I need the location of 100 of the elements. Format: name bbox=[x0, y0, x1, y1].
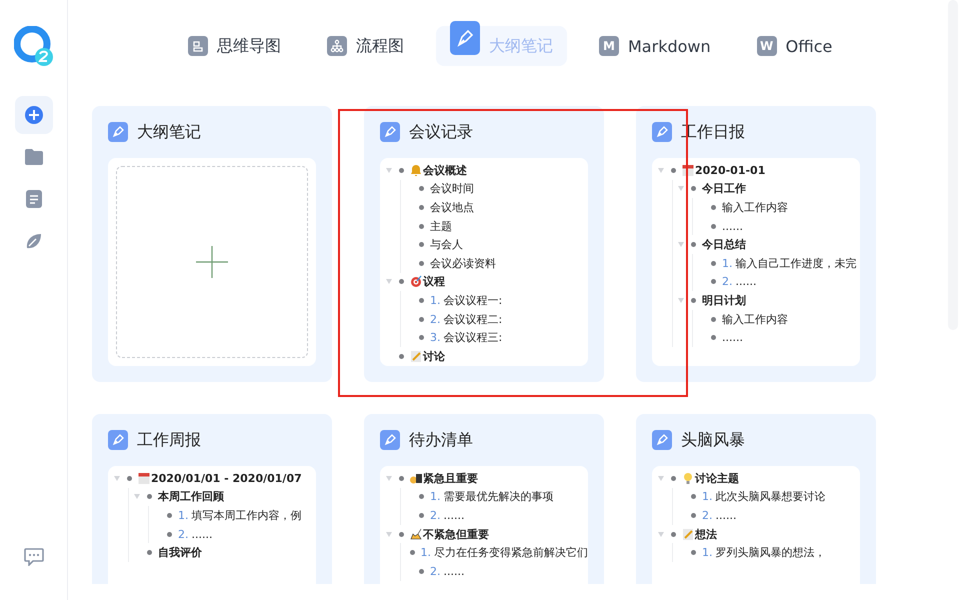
bullet-dot bbox=[167, 512, 172, 518]
outline-text: 会议概述 bbox=[423, 162, 467, 178]
bullet-dot bbox=[419, 568, 424, 574]
sidebar-button[interactable] bbox=[14, 96, 52, 134]
bullet-dot bbox=[147, 550, 152, 556]
card-title: 会议记录 bbox=[409, 122, 473, 142]
template-card[interactable]: 头脑风暴 讨论主题 1. 此次头脑风暴想要讨论 2. ...... 想法 1. 罗列头脑风暴的想法， bbox=[636, 414, 876, 584]
template-card[interactable]: 会议记录 会议概述 会议时间 会议地点 主题 与会人 会议必读资料 议程 1. 会议议程一: 2. 会议议程二: 3. 会议议程三: 讨论 bbox=[364, 106, 604, 382]
template-card[interactable]: 大纲笔记 bbox=[92, 106, 332, 382]
collapse-triangle-icon[interactable] bbox=[658, 168, 664, 173]
letter-badge: W bbox=[756, 36, 777, 56]
bullet-dot bbox=[419, 260, 424, 266]
memo-icon bbox=[682, 528, 694, 541]
outline-text: 2020/01/01 - 2020/01/07 bbox=[151, 472, 302, 485]
bullet-dot bbox=[127, 476, 132, 481]
bullet-dot bbox=[671, 532, 676, 537]
outline-text: 输入工作内容 bbox=[722, 200, 788, 215]
outline-text: 2. ...... bbox=[702, 508, 736, 522]
bullet-dot bbox=[399, 168, 404, 173]
mode-tab[interactable]: 思维导图 bbox=[174, 26, 295, 66]
bullet-dot bbox=[691, 550, 696, 556]
bell-icon bbox=[410, 164, 422, 177]
card-title: 工作周报 bbox=[137, 430, 201, 450]
bullet-dot bbox=[399, 476, 404, 481]
outline-text: 输入工作内容 bbox=[722, 312, 788, 327]
card-title: 待办清单 bbox=[409, 430, 473, 450]
bullet-dot bbox=[419, 224, 424, 229]
outline-text: 1. 尽力在任务变得紧急前解决它们 bbox=[420, 545, 588, 560]
bullet-dot bbox=[399, 354, 404, 359]
collapse-triangle-icon[interactable] bbox=[386, 532, 392, 537]
bullet-dot bbox=[691, 494, 696, 500]
bullet-dot bbox=[419, 335, 424, 340]
bullet-dot bbox=[419, 494, 424, 500]
collapse-triangle-icon[interactable] bbox=[386, 476, 392, 481]
bullet-dot bbox=[410, 550, 414, 556]
outline-text: 2. ...... bbox=[178, 528, 212, 541]
bullet-dot bbox=[419, 316, 424, 322]
bullet-dot bbox=[399, 279, 404, 284]
pen-icon bbox=[652, 430, 672, 450]
outline-text: 1. 此次头脑风暴想要讨论 bbox=[702, 489, 826, 504]
bullet-dot bbox=[167, 532, 172, 537]
collapse-triangle-icon[interactable] bbox=[678, 242, 684, 248]
outline-text: 2020-01-01 bbox=[695, 164, 766, 177]
outline-text: ...... bbox=[722, 331, 743, 344]
outline-text: 与会人 bbox=[430, 237, 463, 252]
bullet-dot bbox=[711, 224, 716, 229]
outline-text: 主题 bbox=[430, 218, 452, 234]
pen-icon bbox=[380, 122, 400, 142]
chat-icon[interactable] bbox=[24, 548, 44, 566]
collapse-triangle-icon[interactable] bbox=[386, 279, 392, 284]
calendar-icon bbox=[138, 472, 150, 485]
outline-text: 会议地点 bbox=[430, 200, 474, 215]
outline-text: 3. 会议议程三: bbox=[430, 330, 502, 346]
outline-text: 今日工作 bbox=[702, 181, 746, 196]
pen-icon bbox=[108, 430, 128, 450]
bullet-dot bbox=[147, 494, 152, 500]
memo-icon bbox=[410, 350, 422, 363]
pen-icon bbox=[380, 430, 400, 450]
bullet-dot bbox=[711, 316, 716, 322]
outline-text: 2. 会议议程二: bbox=[430, 312, 502, 327]
bullet-dot bbox=[711, 260, 716, 266]
card-title: 头脑风暴 bbox=[681, 430, 745, 450]
bullet-dot bbox=[419, 298, 424, 303]
collapse-triangle-icon[interactable] bbox=[134, 494, 140, 500]
outline-text: 1. 罗列头脑风暴的想法， bbox=[702, 545, 826, 560]
template-card[interactable]: 待办清单 紧急且重要 1. 需要最优先解决的事项 2. ...... 不紧急但重要 1. 尽力在任务变得紧急前解决它们 2. ...... bbox=[364, 414, 604, 584]
collapse-triangle-icon[interactable] bbox=[678, 298, 684, 303]
outline-text: 会议时间 bbox=[430, 181, 474, 196]
target-icon bbox=[410, 275, 422, 288]
outline-text: 讨论主题 bbox=[695, 470, 739, 486]
collapse-triangle-icon[interactable] bbox=[658, 532, 664, 537]
mind-map-icon bbox=[188, 36, 208, 56]
outline-text: 想法 bbox=[695, 526, 717, 542]
outline-text: 1. 输入自己工作进度，未完 bbox=[722, 256, 856, 271]
collapse-triangle-icon[interactable] bbox=[386, 168, 392, 173]
outline-text: 2. ...... bbox=[722, 275, 756, 288]
outline-text: 紧急且重要 bbox=[423, 470, 478, 486]
outline-text: 2. ...... bbox=[430, 508, 464, 522]
bullet-dot bbox=[419, 512, 424, 518]
flowchart-icon bbox=[327, 36, 347, 56]
outline-text: 自我评价 bbox=[158, 545, 202, 560]
template-card[interactable]: 工作周报 2020/01/01 - 2020/01/07 本周工作回顾 1. 填写本周工作内容，例 2. ...... 自我评价 bbox=[92, 414, 332, 584]
outline-text: 会议必读资料 bbox=[430, 256, 496, 271]
folder-icon bbox=[24, 148, 44, 166]
collapse-triangle-icon[interactable] bbox=[658, 476, 664, 481]
bullet-dot bbox=[711, 204, 716, 210]
mode-tab[interactable]: M Markdown bbox=[585, 26, 725, 66]
add-icon bbox=[24, 105, 44, 125]
bullet-dot bbox=[419, 204, 424, 210]
bullet-dot bbox=[671, 476, 676, 481]
mode-tab[interactable]: 流程图 bbox=[313, 26, 418, 66]
bullet-dot bbox=[419, 186, 424, 192]
collapse-triangle-icon[interactable] bbox=[678, 186, 684, 192]
outline-text: 1. 填写本周工作内容，例 bbox=[178, 508, 302, 523]
outline-text: 讨论 bbox=[423, 348, 445, 364]
mode-tab[interactable]: W Office bbox=[742, 26, 846, 66]
collapse-triangle-icon[interactable] bbox=[114, 476, 120, 481]
bullet-dot bbox=[691, 186, 696, 192]
pen-icon bbox=[450, 21, 480, 55]
bullet-dot bbox=[419, 242, 424, 248]
